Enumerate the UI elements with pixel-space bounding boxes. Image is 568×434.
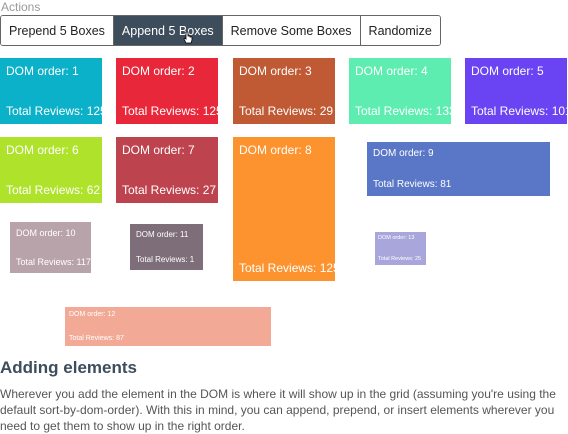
box-dom-order: DOM order: 5 — [471, 64, 544, 78]
box-dom-order: DOM order: 6 — [6, 143, 79, 157]
grid-box: DOM order: 7 Total Reviews: 27 — [116, 137, 218, 203]
box-dom-order: DOM order: 8 — [239, 143, 312, 157]
grid-box: DOM order: 6 Total Reviews: 62 — [0, 137, 102, 203]
grid-box: DOM order: 1 Total Reviews: 125 — [0, 58, 107, 124]
box-dom-order: DOM order: 13 — [378, 235, 415, 241]
box-total-reviews: Total Reviews: 25 — [378, 256, 422, 262]
grid-box: DOM order: 10 Total Reviews: 117 — [10, 222, 91, 273]
box-total-reviews: Total Reviews: 117 — [16, 257, 91, 267]
randomize-button[interactable]: Randomize — [360, 16, 440, 45]
grid-box: DOM order: 11 Total Reviews: 1 — [130, 224, 203, 270]
box-total-reviews: Total Reviews: 62 — [6, 183, 101, 197]
grid-box: DOM order: 4 Total Reviews: 133 — [349, 58, 456, 124]
actions-button-group: Prepend 5 Boxes Append 5 Boxes Remove So… — [0, 15, 441, 46]
remove-boxes-button[interactable]: Remove Some Boxes — [222, 16, 361, 45]
box-total-reviews: Total Reviews: 125 — [122, 104, 223, 118]
actions-label: Actions — [1, 0, 41, 14]
grid-box: DOM order: 2 Total Reviews: 125 — [116, 58, 223, 124]
grid-box: DOM order: 12 Total Reviews: 87 — [65, 307, 271, 346]
box-dom-order: DOM order: 2 — [122, 64, 195, 78]
prepend-boxes-button[interactable]: Prepend 5 Boxes — [1, 16, 114, 45]
box-dom-order: DOM order: 4 — [355, 64, 428, 78]
box-dom-order: DOM order: 9 — [373, 148, 434, 159]
box-dom-order: DOM order: 1 — [6, 64, 79, 78]
section-paragraph: Wherever you add the element in the DOM … — [0, 387, 556, 433]
box-dom-order: DOM order: 11 — [136, 230, 189, 239]
box-dom-order: DOM order: 12 — [69, 311, 116, 318]
box-total-reviews: Total Reviews: 27 — [122, 183, 217, 197]
box-total-reviews: Total Reviews: 133 — [355, 104, 456, 118]
box-total-reviews: Total Reviews: 87 — [69, 335, 124, 342]
section-title: Adding elements — [0, 358, 137, 377]
hand-pointer-icon — [183, 31, 193, 44]
box-total-reviews: Total Reviews: 101 — [471, 104, 568, 118]
box-dom-order: DOM order: 10 — [16, 228, 76, 238]
box-total-reviews: Total Reviews: 29 — [239, 104, 334, 118]
box-total-reviews: Total Reviews: 81 — [373, 179, 452, 190]
box-total-reviews: Total Reviews: 1 — [136, 255, 195, 264]
box-dom-order: DOM order: 3 — [239, 64, 312, 78]
box-total-reviews: Total Reviews: 125 — [6, 104, 107, 118]
grid-box: DOM order: 13 Total Reviews: 25 — [375, 232, 426, 265]
grid-box: DOM order: 3 Total Reviews: 29 — [233, 58, 335, 124]
grid-box: DOM order: 5 Total Reviews: 101 — [465, 58, 568, 124]
grid-box: DOM order: 8 Total Reviews: 125 — [233, 137, 340, 281]
grid-box: DOM order: 9 Total Reviews: 81 — [367, 142, 550, 196]
box-dom-order: DOM order: 7 — [122, 143, 195, 157]
box-total-reviews: Total Reviews: 125 — [239, 261, 340, 275]
append-boxes-button[interactable]: Append 5 Boxes — [113, 16, 223, 45]
